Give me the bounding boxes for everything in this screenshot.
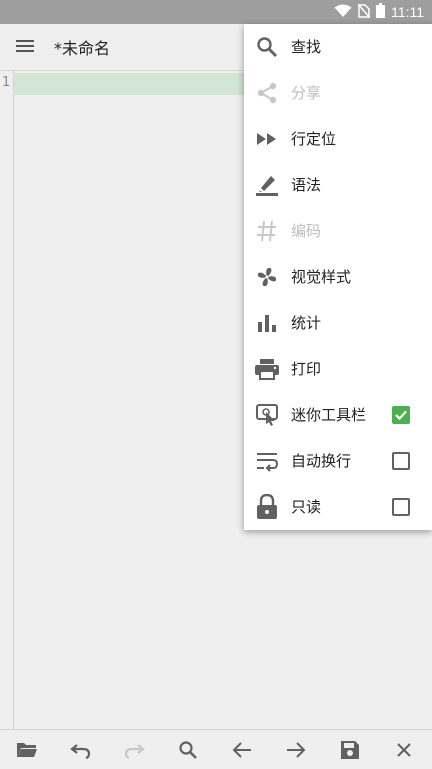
line-number: 1 <box>2 75 10 90</box>
save-icon[interactable] <box>338 738 362 762</box>
menu-item-encoding: 编码 <box>244 208 432 254</box>
menu-item-print[interactable]: 打印 <box>244 346 432 392</box>
hash-icon <box>254 218 280 244</box>
status-bar: 11:11 <box>0 0 432 24</box>
menu-item-label: 编码 <box>291 222 322 240</box>
menu-item-word-wrap[interactable]: 自动换行 <box>244 438 432 484</box>
highlighter-icon <box>254 172 280 198</box>
wrap-text-icon <box>254 448 280 474</box>
bar-chart-icon <box>254 310 280 336</box>
document-title: *未命名 <box>54 39 111 58</box>
menu-item-visual-style[interactable]: 视觉样式 <box>244 254 432 300</box>
search-icon <box>254 34 280 60</box>
no-sim-icon <box>357 3 371 22</box>
lock-icon <box>254 494 280 520</box>
menu-item-read-only[interactable]: 只读 <box>244 484 432 530</box>
search-icon[interactable] <box>176 738 200 762</box>
arrow-left-icon[interactable] <box>230 738 254 762</box>
menu-item-label: 迷你工具栏 <box>291 406 367 424</box>
mini-toolbar-checkbox[interactable] <box>392 406 410 424</box>
wifi-icon <box>334 3 352 22</box>
menu-item-label: 视觉样式 <box>291 268 352 286</box>
status-icons: 11:11 <box>334 0 424 24</box>
share-icon <box>254 80 280 106</box>
menu-item-share: 分享 <box>244 70 432 116</box>
close-icon[interactable] <box>392 738 416 762</box>
fast-forward-icon <box>254 126 280 152</box>
printer-icon <box>254 356 280 382</box>
menu-item-label: 查找 <box>291 38 322 56</box>
menu-item-label: 语法 <box>291 176 322 194</box>
menu-item-label: 分享 <box>291 84 322 102</box>
menu-item-label: 只读 <box>291 498 322 516</box>
redo-icon <box>122 738 146 762</box>
fan-icon <box>254 264 280 290</box>
read-only-checkbox[interactable] <box>392 498 410 516</box>
undo-icon[interactable] <box>69 738 93 762</box>
touch-icon <box>254 402 280 428</box>
folder-open-icon[interactable] <box>15 738 39 762</box>
hamburger-menu-icon[interactable] <box>14 37 40 59</box>
overflow-menu: 查找 分享 行定位 语法 编码 视觉样式 统计 打印 迷你工具栏 自动换行 只读 <box>244 24 432 530</box>
menu-item-label: 行定位 <box>291 130 337 148</box>
menu-item-label: 自动换行 <box>291 452 352 470</box>
arrow-right-icon[interactable] <box>284 738 308 762</box>
status-time: 11:11 <box>391 4 424 20</box>
menu-item-label: 打印 <box>291 360 322 378</box>
menu-item-mini-toolbar[interactable]: 迷你工具栏 <box>244 392 432 438</box>
menu-item-goto-line[interactable]: 行定位 <box>244 116 432 162</box>
menu-item-label: 统计 <box>291 314 322 332</box>
bottom-toolbar <box>0 729 432 769</box>
menu-item-find[interactable]: 查找 <box>244 24 432 70</box>
battery-icon <box>376 2 386 22</box>
word-wrap-checkbox[interactable] <box>392 452 410 470</box>
menu-item-statistics[interactable]: 统计 <box>244 300 432 346</box>
line-number-gutter: 1 <box>0 71 14 729</box>
menu-item-syntax[interactable]: 语法 <box>244 162 432 208</box>
